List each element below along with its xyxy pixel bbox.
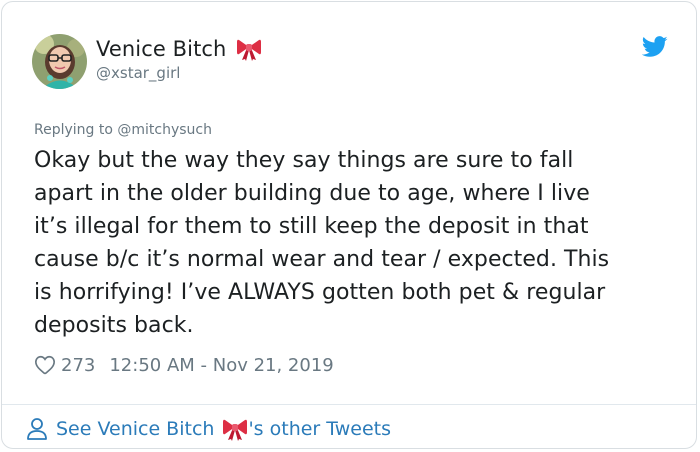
footer-prefix: See Venice Bitch xyxy=(56,418,215,440)
name-row: Venice Bitch xyxy=(96,34,262,64)
person-icon xyxy=(26,417,48,441)
tweet-meta: 273 12:50 AM - Nov 21, 2019 xyxy=(34,352,334,378)
tweet-card: Venice Bitch @xstar_girl Replying to @mi… xyxy=(1,1,697,449)
author-handle[interactable]: @xstar_girl xyxy=(96,64,180,82)
tweet-text: Okay but the way they say things are sur… xyxy=(34,148,610,338)
timestamp[interactable]: 12:50 AM - Nov 21, 2019 xyxy=(109,355,333,376)
like-count[interactable]: 273 xyxy=(61,355,95,376)
see-other-tweets-link[interactable]: See Venice Bitch 's other Tweets xyxy=(26,414,391,444)
mention-link[interactable]: @mitchysuch xyxy=(117,122,212,138)
heart-icon[interactable] xyxy=(34,354,56,376)
display-name[interactable]: Venice Bitch xyxy=(96,37,226,61)
twitter-bird-icon[interactable] xyxy=(641,36,668,58)
ribbon-bow-icon xyxy=(236,36,262,62)
replying-prefix: Replying to xyxy=(34,122,118,138)
replying-to: Replying to @mitchysuch xyxy=(34,122,212,138)
footer-suffix: 's other Tweets xyxy=(248,418,391,440)
divider xyxy=(2,404,696,405)
avatar[interactable] xyxy=(32,34,87,89)
tweet-header: Venice Bitch @xstar_girl xyxy=(32,32,672,92)
ribbon-bow-icon xyxy=(222,416,248,442)
